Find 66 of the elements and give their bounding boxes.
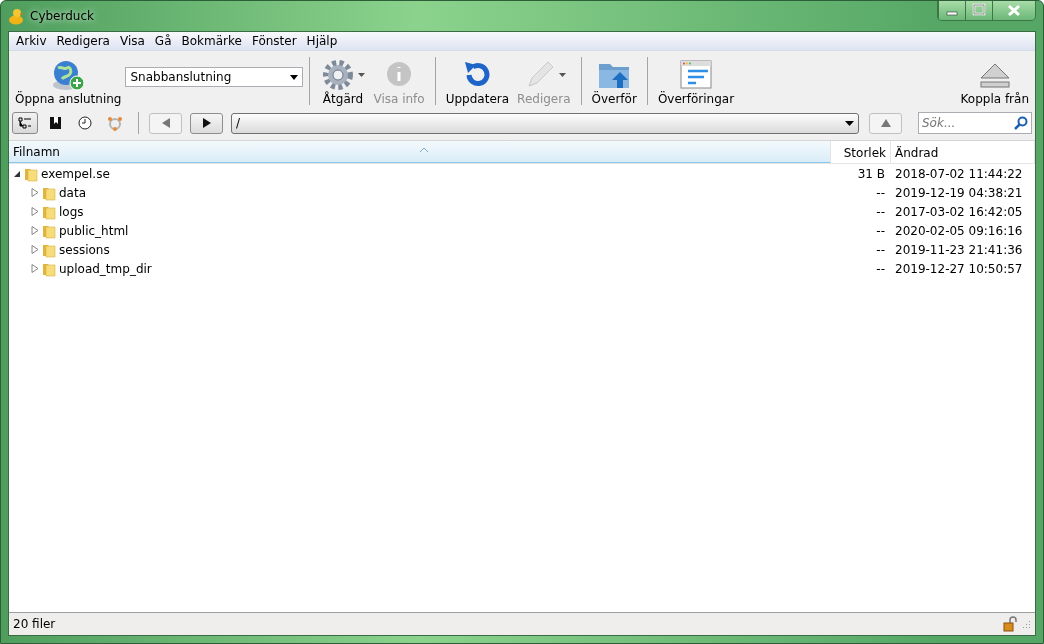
maximize-icon[interactable] [965, 1, 992, 20]
sort-ascending-icon [419, 147, 428, 152]
toolbar-button[interactable]: Uppdatera [441, 53, 514, 109]
toolbar-button[interactable]: Överföringar [653, 53, 739, 109]
modified-date: 2019-12-19 04:38:21 [894, 185, 1024, 200]
menu-item[interactable]: Visa [114, 34, 150, 48]
menu-item[interactable]: Arkiv [11, 34, 52, 48]
toolbar-button[interactable]: Överför [587, 53, 641, 109]
status-text: 20 filer [13, 617, 56, 631]
modified-date: 2019-11-23 21:41:36 [894, 242, 1024, 257]
path-combo[interactable]: / [231, 112, 859, 134]
collapsed-arrow-icon[interactable] [31, 188, 39, 197]
file-name: public_html [59, 223, 129, 238]
menu-item[interactable]: Gå [149, 34, 177, 48]
file-size: -- [875, 242, 886, 257]
window-title: Cyberduck [30, 9, 94, 23]
file-size: 31 B [856, 166, 886, 181]
file-name: sessions [59, 242, 110, 257]
file-name: logs [59, 204, 84, 219]
resize-grip-icon[interactable] [1021, 619, 1031, 629]
forward-icon [201, 118, 212, 128]
quick-connect-combo[interactable]: Snabbanslutning [125, 67, 304, 87]
menu-item[interactable]: Hjälp [301, 34, 343, 48]
file-size: -- [875, 261, 886, 276]
toolbar-button[interactable]: Öppna anslutning [11, 53, 126, 109]
file-name: upload_tmp_dir [59, 261, 152, 276]
modified-date: 2017-03-02 16:42:05 [894, 204, 1024, 219]
caret-icon [290, 74, 299, 80]
column-header[interactable]: Filnamn [9, 141, 831, 163]
file-size: -- [875, 185, 886, 200]
column-header[interactable]: Ändrad [891, 141, 1035, 163]
file-name: data [59, 185, 87, 200]
transfer-list-icon [678, 58, 714, 92]
search-field[interactable]: Sök... [918, 112, 1032, 134]
tree-view-icon [18, 116, 32, 130]
file-size: -- [875, 223, 886, 238]
column-header[interactable]: Storlek [831, 141, 891, 163]
modified-date: 2020-02-05 09:16:16 [894, 223, 1024, 238]
collapsed-arrow-icon[interactable] [31, 207, 39, 216]
close-icon[interactable] [992, 1, 1035, 20]
padlock-open-icon [1003, 616, 1017, 632]
file-size: -- [875, 204, 886, 219]
file-name: exempel.se [41, 166, 110, 181]
search-icon [1014, 116, 1028, 130]
collapsed-arrow-icon[interactable] [31, 264, 39, 273]
caret-icon [845, 120, 854, 126]
collapsed-arrow-icon[interactable] [31, 226, 39, 235]
forward-button[interactable] [190, 112, 223, 134]
menu-item[interactable]: Bokmärke [176, 34, 247, 48]
globe-add-icon [50, 58, 87, 92]
clock-icon [78, 116, 92, 130]
minimize-icon[interactable] [938, 1, 965, 20]
view-toggle-button[interactable] [12, 112, 38, 134]
toolbar-button[interactable]: Koppla från [956, 53, 1033, 109]
duck-icon [8, 7, 24, 25]
menu-item[interactable]: Fönster [246, 34, 302, 48]
collapsed-arrow-icon[interactable] [31, 245, 39, 254]
toolbar-button[interactable]: Åtgärd [316, 53, 370, 109]
expanded-arrow-icon[interactable] [13, 169, 21, 178]
modified-date: 2018-07-02 11:44:22 [894, 166, 1024, 181]
up-icon [880, 118, 891, 128]
bonjour-icon [107, 115, 123, 131]
back-icon [160, 118, 171, 128]
bookmark-icon [48, 116, 62, 130]
menu-item[interactable]: Redigera [51, 34, 115, 48]
modified-date: 2019-12-27 10:50:57 [894, 261, 1024, 276]
